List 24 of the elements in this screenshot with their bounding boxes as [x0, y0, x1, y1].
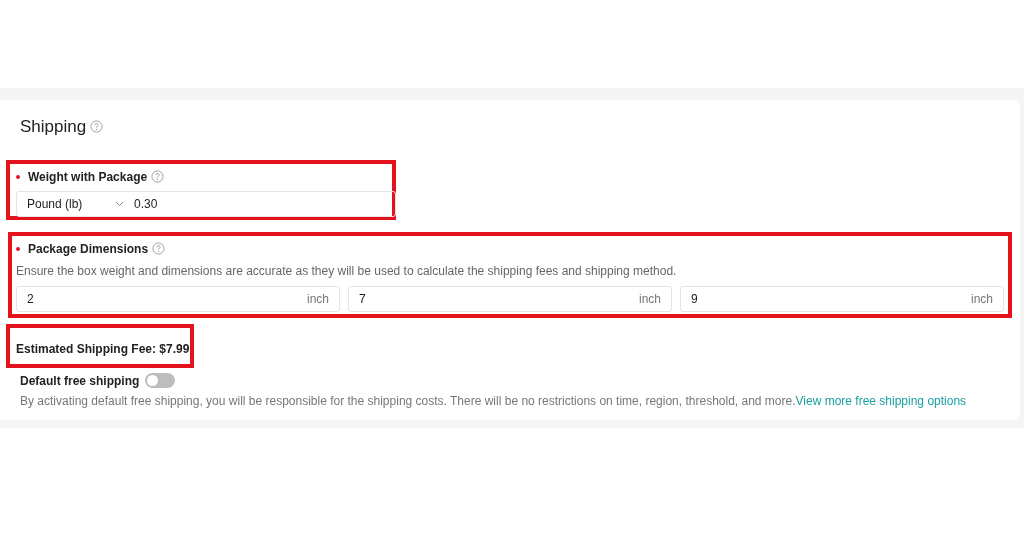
dimension-value: 7 — [359, 290, 366, 308]
help-icon — [90, 120, 104, 134]
toggle-label: Default free shipping — [20, 372, 140, 390]
dimension-value: 2 — [27, 290, 34, 308]
toggle-switch[interactable] — [145, 373, 176, 388]
unit-select[interactable]: Pound (lb) — [27, 194, 115, 213]
help-icon — [151, 170, 165, 183]
caret-icon — [115, 200, 124, 207]
dimension-value: 9 — [691, 290, 698, 308]
estimated-fee: Estimated Shipping Fee: $7.99 — [16, 341, 190, 356]
help-icon — [152, 242, 166, 255]
unit-suffix: inch — [307, 290, 329, 308]
section-title: Shipping — [20, 116, 87, 138]
field-label: Package Dimensions — [28, 240, 149, 258]
weight-field[interactable]: Pound (lb) 0.30 — [16, 190, 396, 217]
weight-value: 0.30 — [134, 195, 158, 213]
free-shipping-description: By activating default free shipping, you will be responsible for the shipping costs. There will be no restrictions on time, region, threshold, and more.View more free shipping options — [20, 392, 968, 410]
dimension-field[interactable]: 9 inch — [680, 285, 1004, 312]
hint-text: Ensure the box weight and dimensions are accurate as they will be used to calculate the shipping fees and shipping method. — [16, 262, 678, 280]
unit-suffix: inch — [639, 290, 661, 308]
field-label: Weight with Package — [28, 168, 148, 186]
dimension-field[interactable]: 7 inch — [348, 285, 672, 312]
unit-suffix: inch — [971, 290, 993, 308]
dimension-field[interactable]: 2 inch — [16, 285, 340, 312]
